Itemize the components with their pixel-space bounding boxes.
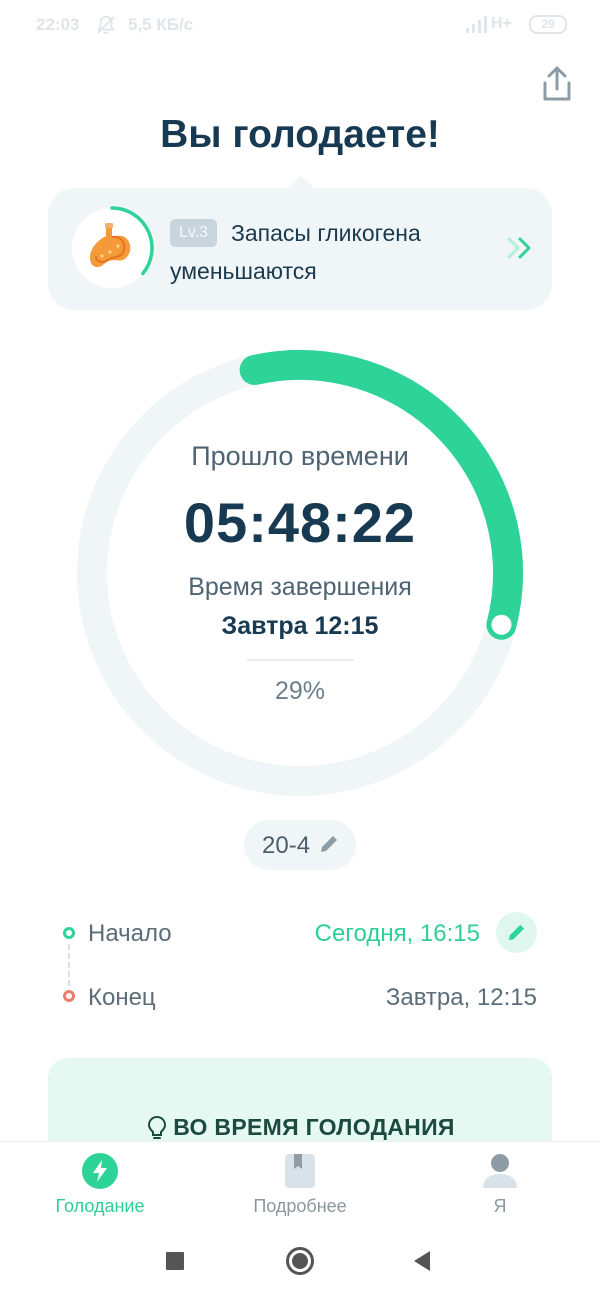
bookmark-icon	[285, 1154, 315, 1188]
nav-profile[interactable]: Я	[400, 1142, 600, 1228]
elapsed-label: Прошло времени	[191, 441, 409, 471]
lightbulb-icon	[148, 1115, 167, 1139]
end-dot	[63, 990, 75, 1002]
nav-details-label: Подробнее	[253, 1196, 347, 1216]
tips-header: ВО ВРЕМЯ ГОЛОДАНИЯ	[0, 1114, 600, 1144]
start-dot	[63, 927, 75, 939]
pencil-icon	[508, 924, 525, 941]
status-bar: 22:03 5,5 КБ/с H+ 29	[0, 0, 600, 52]
nav-profile-label: Я	[493, 1196, 507, 1216]
stage-icon	[68, 204, 156, 292]
elapsed-timer: 05:48:22	[183, 491, 417, 554]
stage-title: Запасы гликогена	[231, 220, 421, 246]
person-icon	[483, 1154, 517, 1188]
ring-divider	[247, 659, 354, 661]
pencil-icon	[321, 836, 337, 852]
stage-title-line2: уменьшаются	[170, 258, 317, 284]
lightning-icon	[82, 1153, 118, 1189]
progress-percent: 29%	[274, 677, 326, 705]
start-label: Начало	[88, 920, 172, 947]
status-network: H+	[491, 15, 512, 32]
status-time: 22:03	[36, 15, 80, 34]
system-nav-bar	[0, 1227, 600, 1299]
stage-level-badge: Lv.3	[170, 219, 218, 247]
bell-off-icon	[96, 15, 116, 35]
end-label: Конец	[88, 984, 156, 1011]
bottom-nav: Голодание Подробнее Я	[0, 1141, 600, 1227]
end-time-label: Время завершения	[188, 573, 412, 601]
signal-icon	[466, 16, 487, 33]
page-title: Вы голодаете!	[160, 113, 440, 156]
nav-details[interactable]: Подробнее	[200, 1142, 400, 1228]
nav-fasting-label: Голодание	[55, 1196, 145, 1216]
timeline-line	[68, 944, 70, 986]
end-time-schedule-value: Завтра, 12:15	[385, 984, 537, 1011]
tips-title: ВО ВРЕМЯ ГОЛОДАНИЯ	[173, 1114, 455, 1140]
back-icon[interactable]	[412, 1249, 432, 1273]
nav-fasting[interactable]: Голодание	[0, 1142, 200, 1228]
plan-chip[interactable]: 20-4	[244, 820, 356, 870]
home-icon[interactable]	[285, 1246, 315, 1276]
end-time-value: Завтра 12:15	[221, 612, 379, 640]
status-speed: 5,5 КБ/с	[128, 15, 194, 34]
battery-icon: 29	[529, 15, 567, 34]
plan-label: 20-4	[262, 832, 311, 859]
edit-start-button[interactable]	[496, 912, 537, 953]
double-chevron-right-icon	[507, 237, 531, 259]
recent-apps-icon[interactable]	[165, 1251, 185, 1271]
stage-card[interactable]: Lv.3 Запасы гликогена уменьшаются	[48, 188, 552, 310]
share-icon[interactable]	[538, 65, 576, 105]
start-time-value[interactable]: Сегодня, 16:15	[315, 920, 480, 948]
